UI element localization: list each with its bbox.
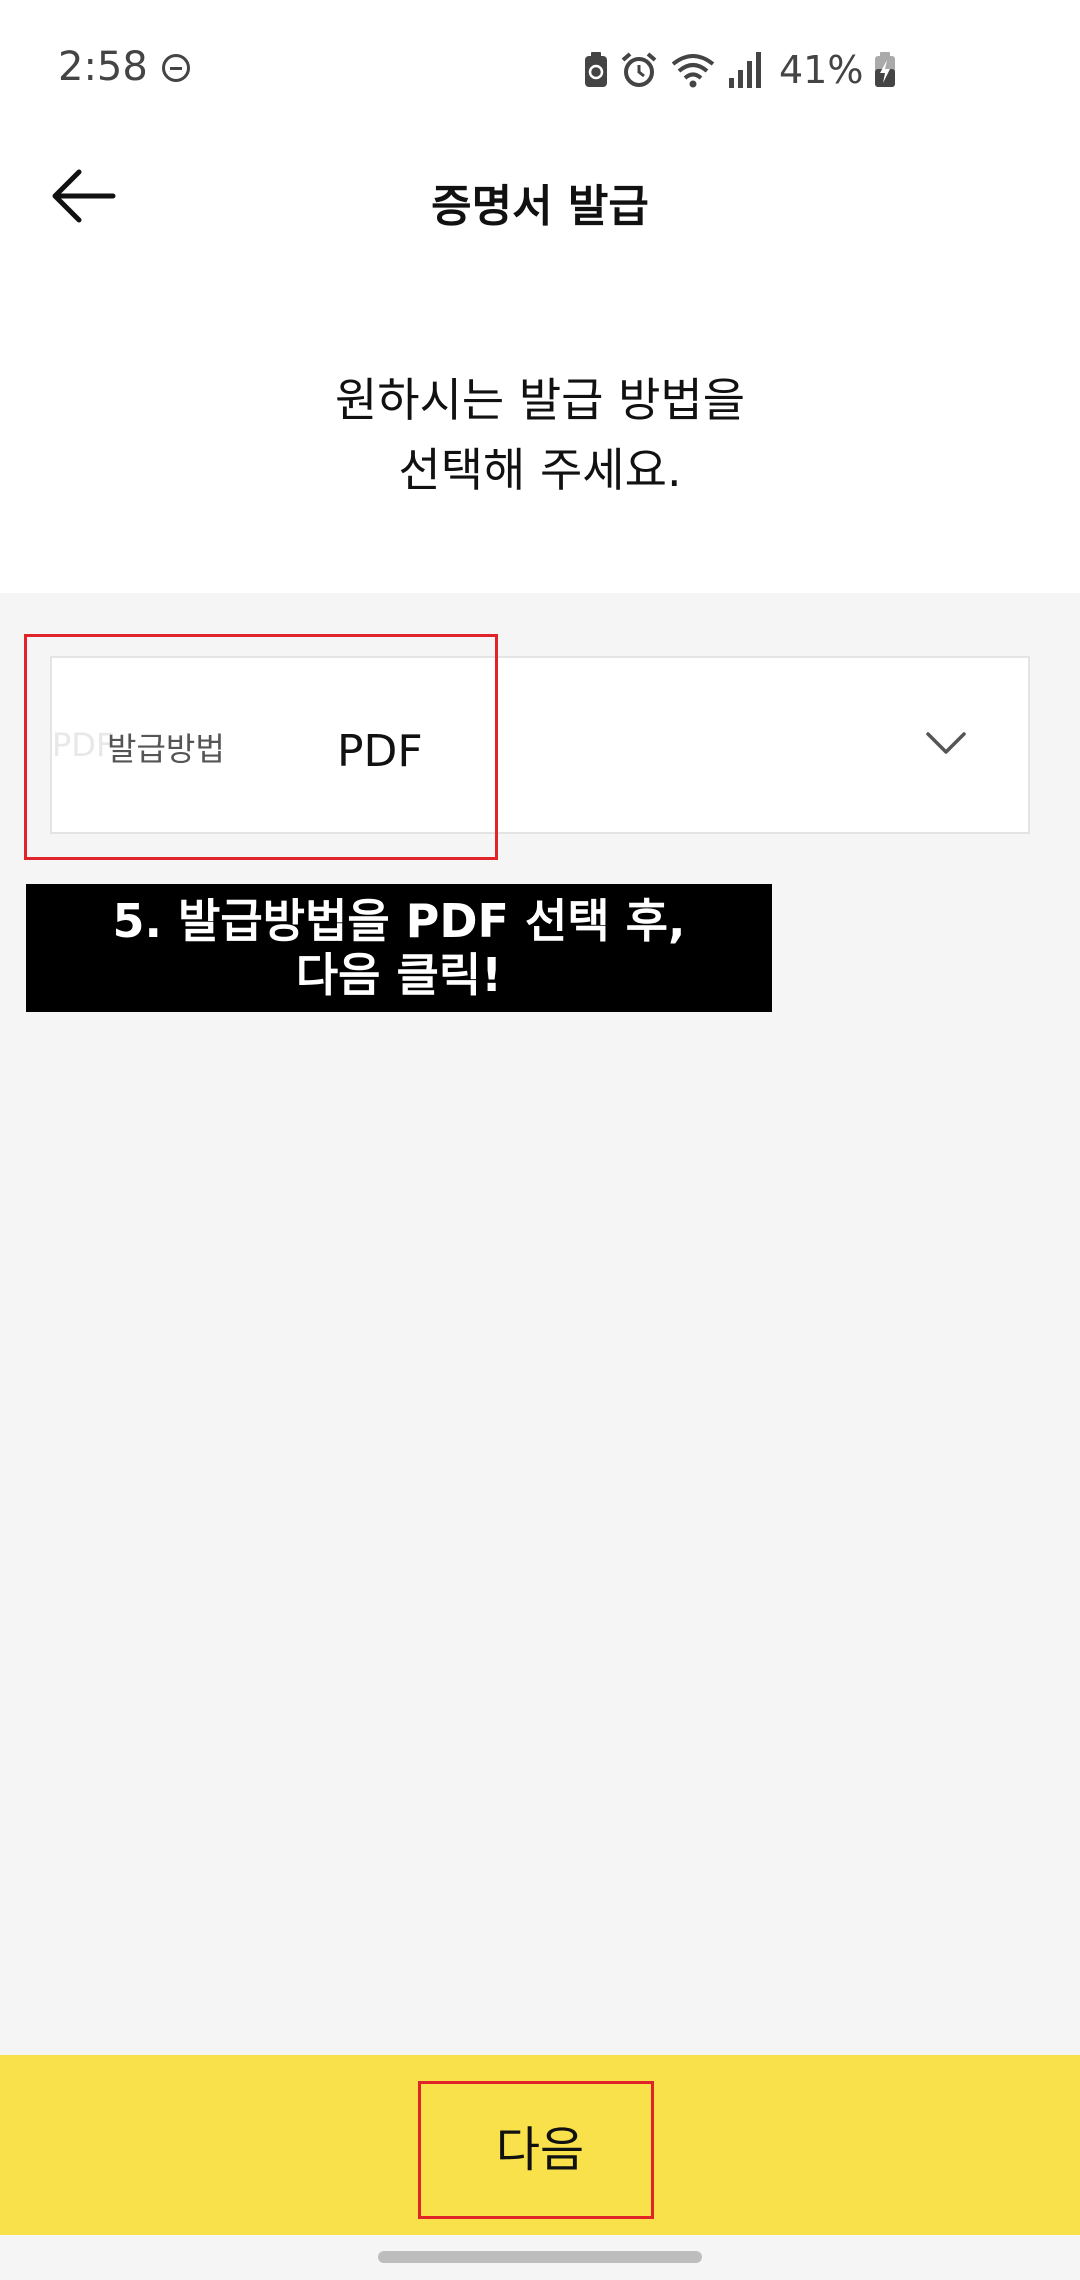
chevron-down-icon — [926, 732, 966, 754]
page-title: 증명서 발급 — [431, 181, 649, 232]
bottom-action-bar: 다음 — [0, 2055, 1080, 2235]
recycle-battery-icon — [585, 52, 607, 87]
wifi-icon — [671, 54, 715, 88]
do-not-disturb-icon — [162, 54, 190, 82]
status-icons: 41% — [583, 46, 897, 94]
caption-line-2: 다음 클릭! — [295, 948, 503, 1002]
alarm-icon — [621, 52, 657, 87]
dropdown-label: 발급방법 — [107, 730, 225, 768]
instruction-line-2: 선택해 주세요. — [398, 443, 682, 497]
issue-method-dropdown[interactable]: PDF 발급방법 PDF — [50, 656, 1030, 834]
dropdown-selected-value: PDF — [337, 726, 423, 777]
instruction-text: 원하시는 발급 방법을 선택해 주세요. — [0, 365, 1080, 505]
battery-charging-icon — [875, 52, 896, 87]
dropdown-ghost-text: PDF — [52, 726, 115, 764]
tutorial-caption: 5. 발급방법을 PDF 선택 후, 다음 클릭! — [26, 884, 772, 1012]
signal-icon — [729, 52, 761, 88]
status-time: 2:58 — [58, 44, 148, 90]
next-button[interactable]: 다음 — [0, 2055, 1080, 2235]
instruction-line-1: 원하시는 발급 방법을 — [334, 373, 746, 427]
battery-percentage: 41% — [779, 48, 864, 92]
gesture-nav-handle[interactable] — [378, 2251, 702, 2263]
caption-line-1: 5. 발급방법을 PDF 선택 후, — [112, 894, 686, 948]
